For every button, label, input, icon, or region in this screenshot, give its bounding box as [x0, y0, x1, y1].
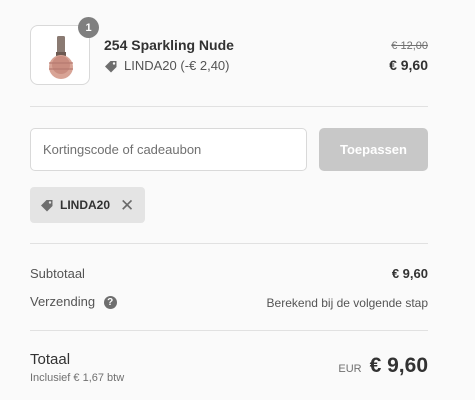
divider — [30, 106, 428, 107]
original-price: € 12,00 — [391, 40, 428, 52]
close-icon[interactable]: ✕ — [120, 197, 134, 214]
currency-code: EUR — [338, 363, 362, 375]
shipping-label: Verzending — [30, 294, 96, 309]
product-price: € 9,60 — [389, 57, 428, 73]
product-name: 254 Sparkling Nude — [104, 37, 234, 53]
applied-discount-code: LINDA20 — [60, 198, 111, 212]
divider — [30, 330, 428, 331]
tax-note: Inclusief € 1,67 btw — [30, 372, 125, 384]
shipping-row-label: Verzending ? — [30, 294, 117, 310]
total-price: EUR € 9,60 — [338, 354, 428, 378]
quantity-badge: 1 — [78, 17, 99, 38]
tag-icon — [41, 200, 53, 212]
divider — [30, 243, 428, 244]
total-label: Totaal — [30, 351, 71, 368]
apply-discount-button[interactable]: Toepassen — [319, 128, 428, 171]
applied-discount-chip: LINDA20 ✕ — [30, 187, 145, 223]
tag-icon — [105, 60, 117, 72]
question-icon[interactable]: ? — [103, 296, 117, 310]
shipping-value: Berekend bij de volgende stap — [266, 296, 428, 310]
product-thumbnail: 1 — [30, 17, 99, 85]
subtotal-value: € 9,60 — [391, 266, 428, 281]
product-line-item: 1 254 Sparkling Nude LINDA20 (-€ 2,40) €… — [30, 17, 428, 85]
product-discount: LINDA20 (-€ 2,40) — [104, 58, 230, 73]
subtotal-label: Subtotaal — [30, 266, 85, 281]
product-discount-label: LINDA20 (-€ 2,40) — [124, 58, 230, 73]
total-amount: € 9,60 — [369, 354, 428, 377]
discount-code-input[interactable] — [30, 128, 307, 171]
